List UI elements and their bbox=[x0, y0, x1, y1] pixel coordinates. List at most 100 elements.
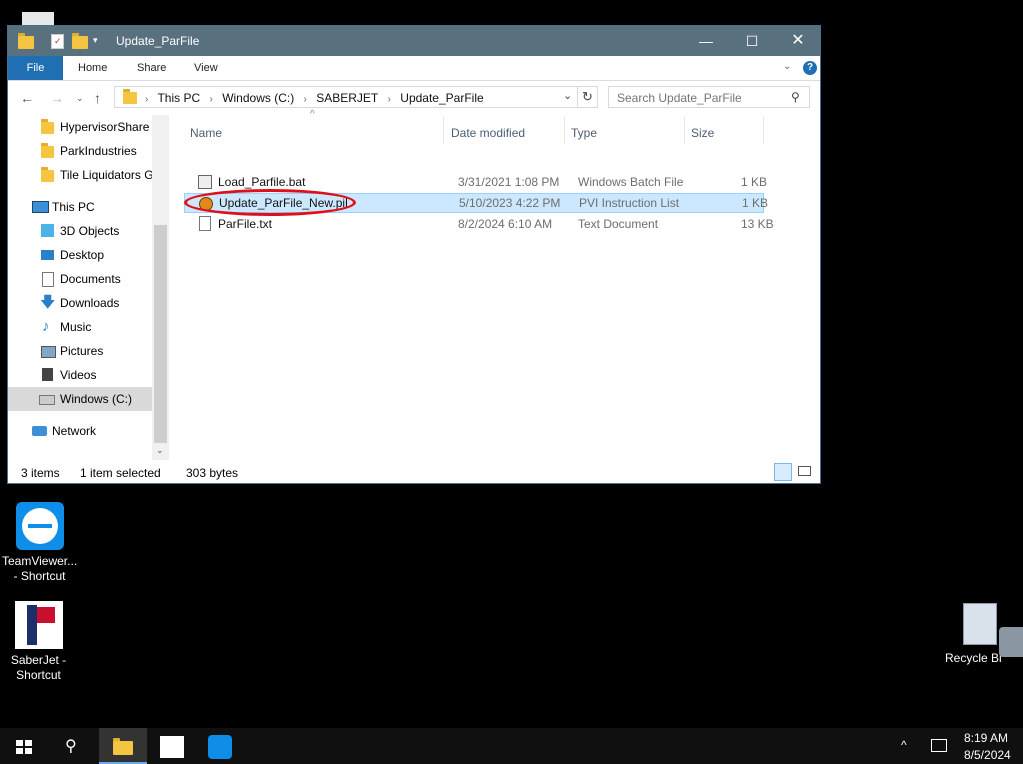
ribbon-tabs: File Home Share View ⌄ ? bbox=[8, 56, 820, 81]
nav-scrollbar[interactable]: ⌄ bbox=[152, 115, 169, 460]
file-row[interactable]: ParFile.txt 8/2/2024 6:10 AM Text Docume… bbox=[184, 214, 774, 234]
desktop-icon bbox=[41, 250, 54, 260]
computer-icon bbox=[32, 201, 49, 213]
up-arrow-icon[interactable]: ↑ bbox=[94, 90, 101, 106]
desktop-icon-partial[interactable] bbox=[22, 12, 54, 26]
start-button[interactable] bbox=[0, 728, 48, 764]
address-bar[interactable]: › This PC › Windows (C:) › SABERJET › Up… bbox=[114, 86, 578, 108]
details-view-icon[interactable] bbox=[774, 463, 792, 481]
file-size: 13 KB bbox=[741, 217, 774, 231]
new-folder-icon[interactable] bbox=[72, 33, 88, 49]
clock-date[interactable]: 8/5/2024 bbox=[964, 748, 1011, 762]
desktop-icon-label: - Shortcut bbox=[13, 569, 66, 583]
show-hidden-icons-icon[interactable]: ^ bbox=[901, 738, 907, 752]
search-button[interactable]: ⚲ bbox=[48, 728, 96, 764]
taskbar-file-explorer[interactable] bbox=[99, 728, 147, 764]
tab-share[interactable]: Share bbox=[137, 56, 166, 80]
expand-ribbon-icon[interactable]: ⌄ bbox=[783, 61, 791, 72]
nav-item-downloads[interactable]: 🡇 Downloads bbox=[8, 291, 152, 315]
clock-time[interactable]: 8:19 AM bbox=[964, 731, 1008, 745]
navigation-pane: HypervisorShare ParkIndustries Tile Liqu… bbox=[8, 115, 169, 460]
taskbar-saberjet[interactable] bbox=[148, 728, 196, 764]
nav-item-label: Music bbox=[60, 320, 92, 334]
column-header-size[interactable]: Size bbox=[691, 121, 714, 145]
column-separator[interactable] bbox=[763, 117, 764, 143]
nav-item-3d-objects[interactable]: 3D Objects bbox=[8, 219, 152, 243]
pictures-icon bbox=[41, 346, 56, 358]
column-separator[interactable] bbox=[564, 117, 565, 143]
nav-item-network[interactable]: Network bbox=[8, 419, 152, 443]
folder-icon bbox=[41, 119, 54, 134]
column-header-date[interactable]: Date modified bbox=[451, 121, 525, 145]
music-icon: ♪ bbox=[42, 318, 50, 335]
text-file-icon bbox=[199, 216, 211, 231]
taskbar-teamviewer[interactable] bbox=[196, 728, 244, 764]
large-icons-view-icon[interactable] bbox=[798, 466, 811, 476]
title-bar[interactable]: ✓ ▾ Update_ParFile — ☐ ✕ bbox=[8, 26, 820, 56]
navigation-bar: ← → ⌄ ↑ › This PC › Windows (C:) › SABER… bbox=[8, 81, 820, 115]
teamviewer-side-tab[interactable] bbox=[999, 627, 1023, 657]
saberjet-icon bbox=[160, 736, 184, 758]
nav-item-music[interactable]: ♪ Music bbox=[8, 315, 152, 339]
nav-item-videos[interactable]: Videos bbox=[8, 363, 152, 387]
nav-scrollbar-thumb[interactable] bbox=[154, 225, 167, 443]
folder-icon bbox=[113, 738, 133, 755]
file-name: ParFile.txt bbox=[218, 217, 273, 231]
back-arrow-icon[interactable]: ← bbox=[20, 90, 34, 106]
column-header-name[interactable]: Name bbox=[190, 121, 222, 145]
refresh-icon[interactable]: ↻ bbox=[578, 86, 598, 108]
tab-file[interactable]: File bbox=[8, 56, 63, 80]
minimize-button[interactable]: — bbox=[683, 26, 729, 56]
column-separator[interactable] bbox=[684, 117, 685, 143]
search-input[interactable] bbox=[615, 90, 789, 106]
taskbar: ⚲ ^ 8:19 AM 8/5/2024 bbox=[0, 728, 1023, 764]
explorer-window: ✓ ▾ Update_ParFile — ☐ ✕ File Home Share… bbox=[7, 25, 821, 484]
drive-icon bbox=[39, 395, 55, 405]
nav-item-documents[interactable]: Documents bbox=[8, 267, 152, 291]
search-box[interactable]: ⚲ bbox=[608, 86, 810, 108]
file-date: 8/2/2024 6:10 AM bbox=[458, 217, 553, 231]
breadcrumb-this-pc[interactable]: This PC bbox=[157, 91, 200, 105]
status-bar: 3 items 1 item selected 303 bytes bbox=[8, 460, 820, 484]
window-title: Update_ParFile bbox=[116, 34, 200, 48]
desktop-icon-saberjet[interactable]: SaberJet - Shortcut bbox=[1, 601, 76, 683]
saberjet-icon bbox=[14, 601, 63, 649]
folder-icon bbox=[41, 167, 54, 182]
forward-arrow-icon[interactable]: → bbox=[50, 90, 64, 106]
nav-item-hypervisorshare[interactable]: HypervisorShare bbox=[8, 115, 152, 139]
nav-item-tile-liquidators[interactable]: Tile Liquidators G bbox=[8, 163, 152, 187]
tab-view[interactable]: View bbox=[194, 56, 218, 80]
network-status-icon[interactable] bbox=[931, 739, 947, 752]
search-icon[interactable]: ⚲ bbox=[791, 90, 800, 104]
tab-home[interactable]: Home bbox=[78, 56, 107, 80]
help-icon[interactable]: ? bbox=[803, 61, 817, 75]
video-icon bbox=[42, 368, 53, 381]
properties-icon[interactable]: ✓ bbox=[51, 34, 64, 49]
scroll-down-icon[interactable]: ⌄ bbox=[156, 445, 164, 456]
folder-icon bbox=[123, 89, 137, 104]
nav-item-desktop[interactable]: Desktop bbox=[8, 243, 152, 267]
file-size: 1 KB bbox=[742, 196, 769, 210]
column-separator[interactable] bbox=[443, 117, 444, 143]
column-header-type[interactable]: Type bbox=[571, 121, 597, 145]
desktop-icon-teamviewer[interactable]: TeamViewer... - Shortcut bbox=[2, 502, 77, 584]
desktop-icon-label: Shortcut bbox=[16, 668, 61, 682]
address-dropdown-icon[interactable]: ⌄ bbox=[563, 89, 572, 102]
document-icon bbox=[42, 272, 54, 287]
recent-dropdown-icon[interactable]: ⌄ bbox=[76, 93, 84, 104]
file-size: 1 KB bbox=[741, 175, 768, 189]
breadcrumb-update-parfile[interactable]: Update_ParFile bbox=[400, 91, 483, 105]
nav-item-pictures[interactable]: Pictures bbox=[8, 339, 152, 363]
nav-item-this-pc[interactable]: This PC bbox=[8, 195, 152, 219]
breadcrumb-windows-c[interactable]: Windows (C:) bbox=[222, 91, 294, 105]
folder-icon bbox=[41, 143, 54, 158]
breadcrumb-saberjet[interactable]: SABERJET bbox=[316, 91, 378, 105]
status-selection-size: 303 bytes bbox=[186, 466, 239, 480]
maximize-button[interactable]: ☐ bbox=[729, 26, 775, 56]
close-button[interactable]: ✕ bbox=[775, 26, 821, 56]
nav-item-parkindustries[interactable]: ParkIndustries bbox=[8, 139, 152, 163]
nav-item-windows-c[interactable]: Windows (C:) bbox=[8, 387, 152, 411]
file-type: Text Document bbox=[578, 217, 659, 231]
chevron-right-icon: › bbox=[387, 94, 391, 105]
qat-dropdown-icon[interactable]: ▾ bbox=[93, 35, 98, 46]
